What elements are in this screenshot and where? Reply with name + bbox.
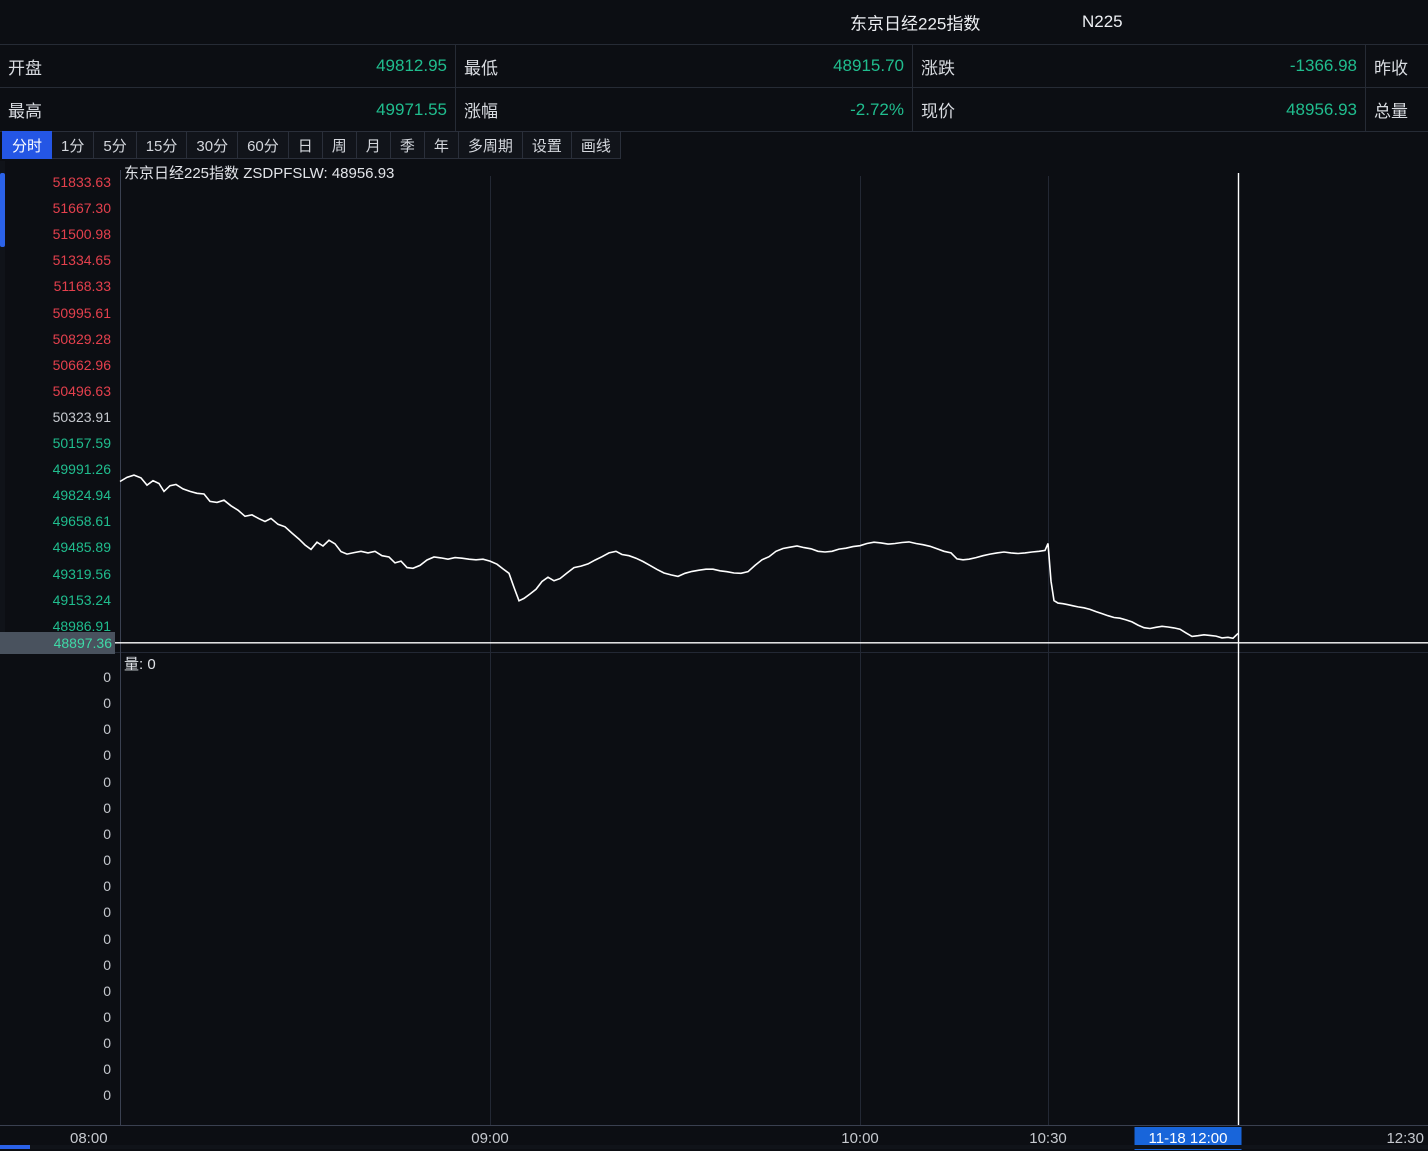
app-root: { "header": {"title": "东京日经225指数", "symb… [0, 0, 1428, 1149]
quote-value: 48915.70 [833, 56, 904, 76]
tab-季[interactable]: 季 [390, 131, 425, 159]
quote-panel: 开盘 49812.95 最低 48915.70 涨跌 -1366.98 昨收最高 49971.… [0, 44, 1428, 132]
tab-画线[interactable]: 画线 [571, 131, 621, 159]
index-symbol: N225 [1082, 12, 1123, 32]
tab-日[interactable]: 日 [288, 131, 323, 159]
chart-legend: 东京日经225指数 ZSDPFSLW: 48956.93 [124, 162, 394, 183]
tab-30分[interactable]: 30分 [186, 131, 238, 159]
tab-5分[interactable]: 5分 [93, 131, 136, 159]
quote-value: 48956.93 [1286, 100, 1357, 120]
horizontal-scrollbar[interactable] [0, 1145, 1428, 1149]
quote-label: 涨幅 [464, 97, 498, 122]
quote-cell-总量: 总量 [1366, 88, 1428, 131]
tab-周[interactable]: 周 [322, 131, 357, 159]
tab-1分[interactable]: 1分 [51, 131, 94, 159]
quote-cell-最低: 最低 48915.70 [456, 45, 913, 88]
quote-cell-昨收: 昨收 [1366, 45, 1428, 88]
quote-label: 总量 [1374, 97, 1408, 122]
quote-label: 昨收 [1374, 54, 1408, 79]
period-tabbar: 分时1分5分15分30分60分日周月季年多周期设置画线 [0, 131, 1428, 159]
titlebar: 东京日经225指数 N225 [0, 0, 1428, 44]
quote-value: -1366.98 [1290, 56, 1357, 76]
quote-value: -2.72% [850, 100, 904, 120]
tab-15分[interactable]: 15分 [136, 131, 188, 159]
tab-月[interactable]: 月 [356, 131, 391, 159]
tab-年[interactable]: 年 [424, 131, 459, 159]
price-line [120, 475, 1238, 638]
quote-cell-最高: 最高 49971.55 [0, 88, 456, 131]
quote-label: 开盘 [8, 54, 42, 79]
quote-value: 49812.95 [376, 56, 447, 76]
volume-title: 量: 0 [124, 653, 156, 674]
tab-分时[interactable]: 分时 [2, 131, 52, 159]
tab-60分[interactable]: 60分 [237, 131, 289, 159]
index-title: 东京日经225指数 [850, 10, 980, 35]
quote-label: 涨跌 [921, 54, 955, 79]
quote-cell-涨幅: 涨幅 -2.72% [456, 88, 913, 131]
quote-cell-开盘: 开盘 49812.95 [0, 45, 456, 88]
tab-多周期[interactable]: 多周期 [458, 131, 523, 159]
horizontal-scrollbar-thumb[interactable] [0, 1145, 30, 1149]
quote-value: 49971.55 [376, 100, 447, 120]
tab-设置[interactable]: 设置 [522, 131, 572, 159]
quote-label: 现价 [921, 97, 955, 122]
chart-region[interactable]: 东京日经225指数 ZSDPFSLW: 48956.93 51833.63516… [0, 159, 1428, 1149]
quote-label: 最高 [8, 97, 42, 122]
quote-cell-现价: 现价 48956.93 [913, 88, 1366, 131]
vertical-scrollbar[interactable] [0, 161, 5, 653]
quote-label: 最低 [464, 54, 498, 79]
chart-canvas[interactable] [0, 159, 1428, 1149]
vertical-scrollbar-thumb[interactable] [0, 173, 5, 247]
quote-cell-涨跌: 涨跌 -1366.98 [913, 45, 1366, 88]
crosshair-price-label: 48897.36 [0, 632, 115, 654]
